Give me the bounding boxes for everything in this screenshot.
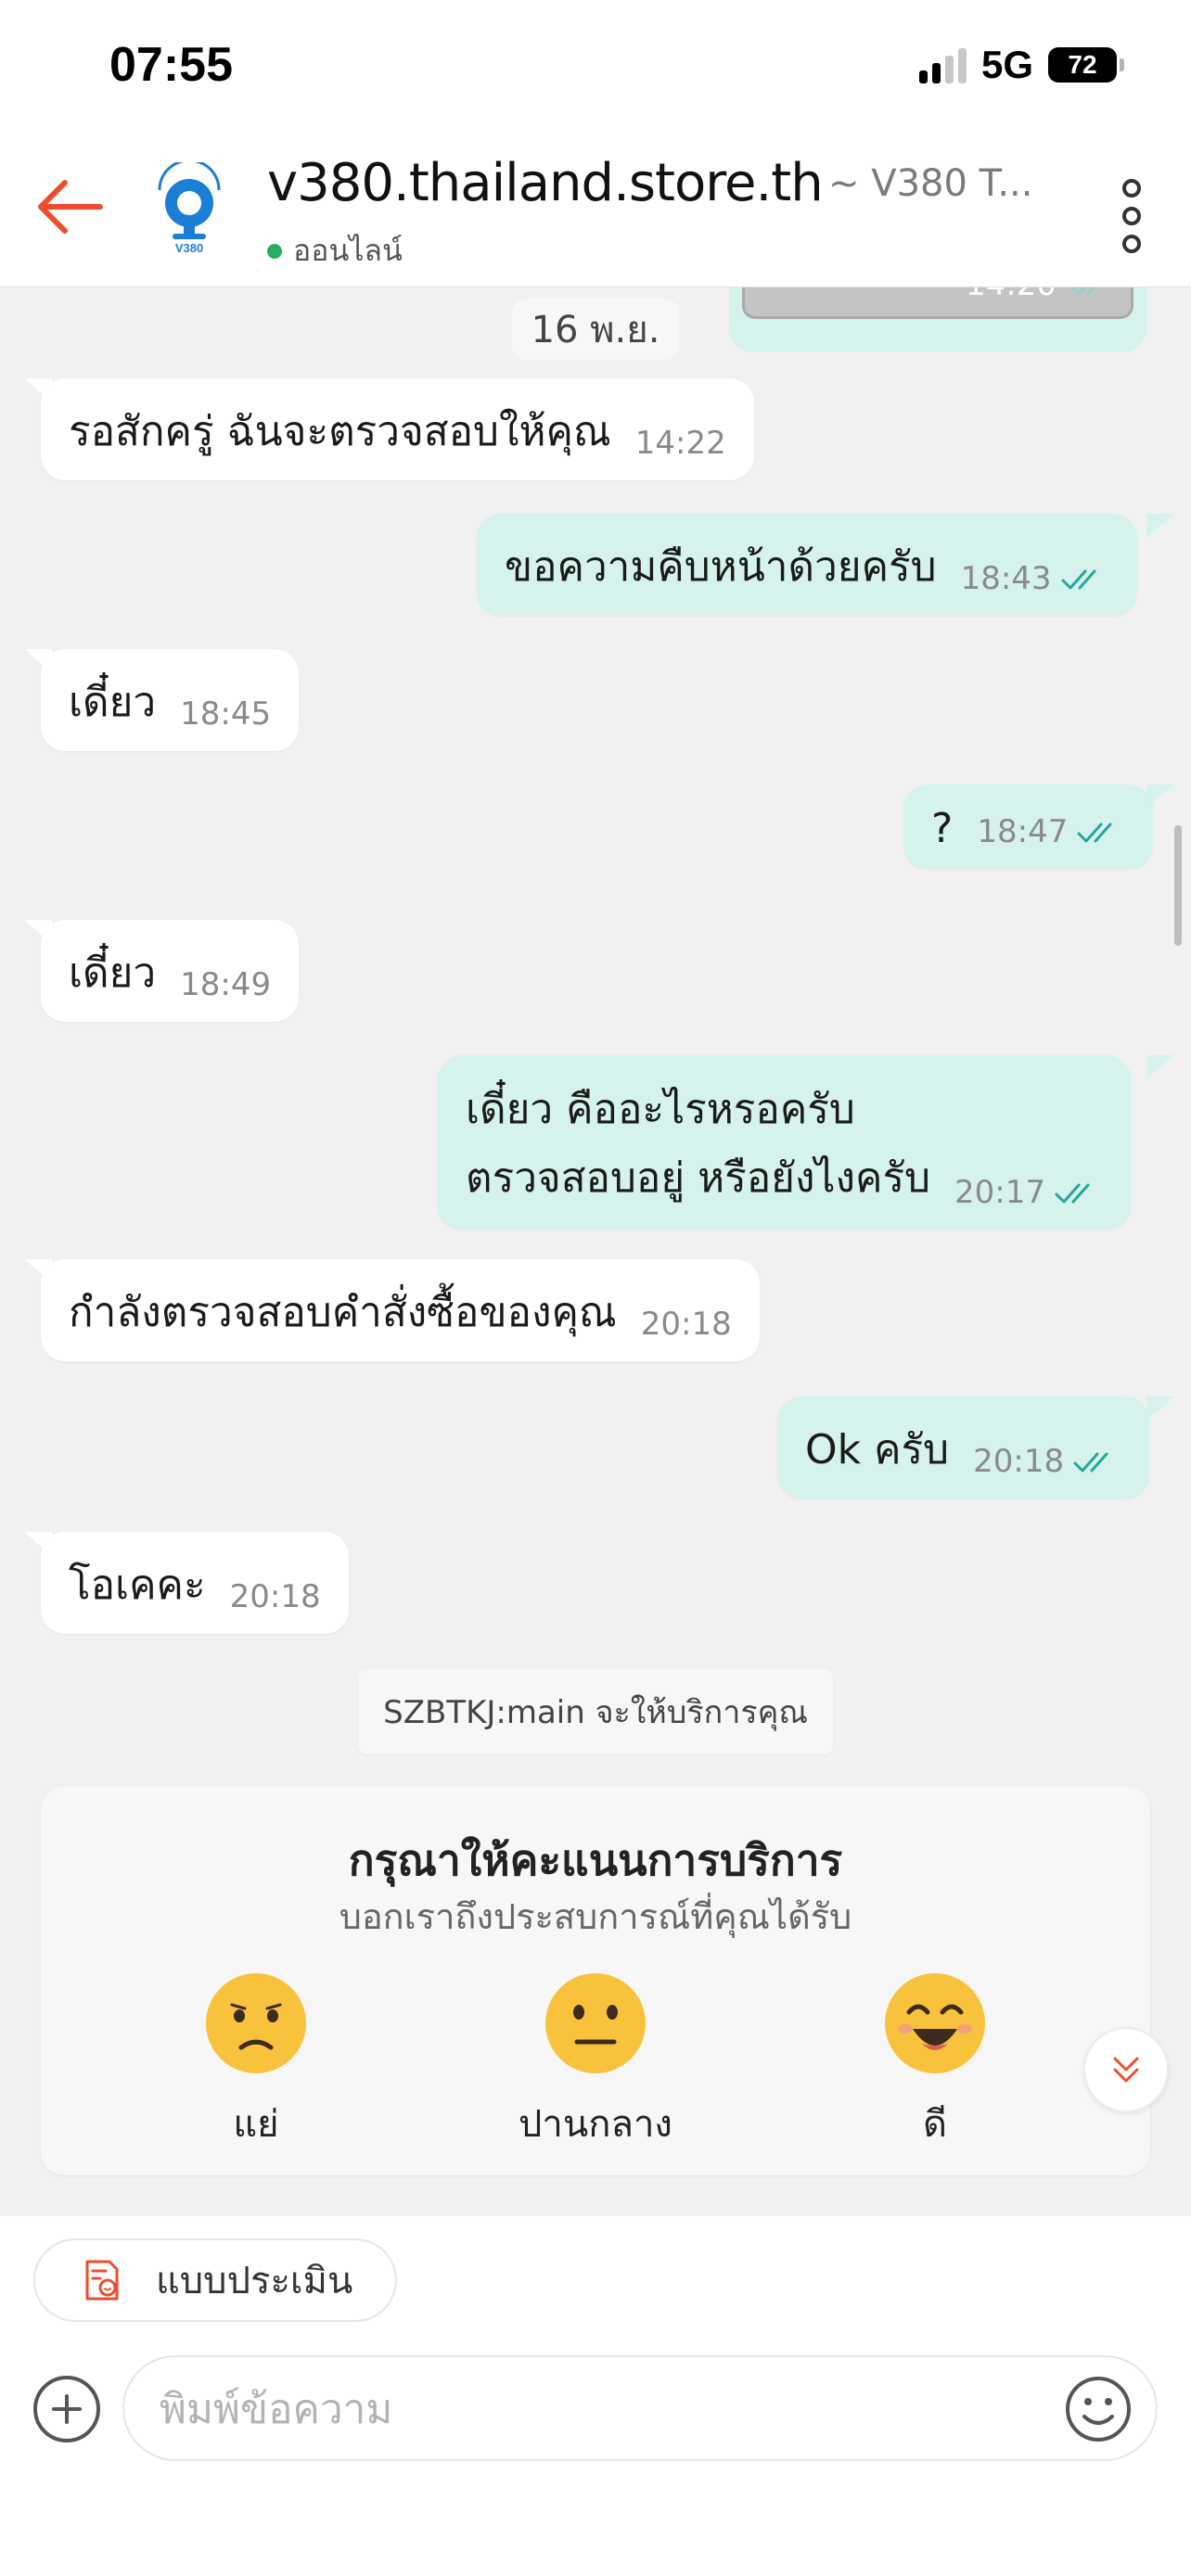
scroll-to-bottom-button[interactable] — [1083, 2027, 1169, 2112]
plus-icon — [52, 2394, 82, 2424]
message-bubble-outgoing[interactable]: ขอความคืบหน้าด้วยครับ 18:43 — [477, 514, 1137, 616]
message-text: เดี๋ยว — [69, 950, 157, 997]
read-ticks-icon — [1069, 287, 1096, 296]
more-dot-icon — [1122, 207, 1141, 225]
happy-face-icon — [885, 1973, 985, 2073]
message-time: 18:49 — [180, 966, 272, 1003]
message-time: 20:18 — [640, 1306, 732, 1343]
message-bubble-outgoing[interactable]: เดี๋ยว คืออะไรหรอครับตรวจสอบอยู่ หรือยัง… — [438, 1055, 1132, 1230]
message-bubble-incoming[interactable]: รอสักครู่ ฉันจะตรวจสอบให้คุณ 14:22 — [41, 378, 754, 480]
double-chevron-down-icon — [1113, 2057, 1139, 2083]
online-status-text: ออนไลน์ — [293, 233, 403, 268]
emoji-button[interactable] — [1063, 2374, 1133, 2444]
rating-title: กรุณาให้คะแนนการบริการ — [348, 1835, 843, 1885]
message-text: Ok ครับ — [805, 1426, 950, 1473]
rating-subtitle: บอกเราถึงประสบการณ์ที่คุณได้รับ — [339, 1896, 852, 1937]
online-status: ออนไลน์ — [267, 227, 403, 274]
message-text: ขอความคืบหน้าด้วยครับ — [505, 543, 937, 591]
rating-option-bad[interactable]: แย่ — [154, 1971, 358, 2153]
message-bubble-incoming[interactable]: เดี๋ยว 18:49 — [41, 920, 300, 1022]
svg-text:V380: V380 — [175, 241, 203, 255]
online-dot-icon — [267, 243, 282, 259]
message-time: 20:18 — [229, 1578, 321, 1615]
rating-option-neutral[interactable]: ปานกลาง — [493, 1971, 698, 2153]
message-text: เดี๋ยว — [69, 679, 157, 726]
store-avatar[interactable]: V380 — [152, 159, 226, 255]
message-line: เดี๋ยว คืออะไรหรอครับ — [466, 1086, 855, 1133]
attach-button[interactable] — [33, 2376, 100, 2442]
bubble-tail — [1146, 514, 1174, 538]
message-input-box[interactable] — [122, 2355, 1158, 2461]
image-preview: 14:20 — [742, 287, 1133, 319]
message-bubble-outgoing[interactable]: ? 18:47 — [903, 784, 1154, 869]
message-time: 18:43 — [960, 560, 1052, 597]
read-ticks-icon — [1073, 1452, 1108, 1473]
message-time: 18:47 — [977, 813, 1069, 850]
message-time: 14:22 — [634, 425, 726, 462]
signal-strength-icon — [918, 46, 967, 83]
rating-label: ปานกลาง — [519, 2103, 672, 2146]
more-dot-icon — [1122, 179, 1141, 198]
message-text: โอเคคะ — [69, 1562, 206, 1609]
rating-option-good[interactable]: ดี — [833, 1971, 1037, 2153]
chat-messages[interactable]: 14:20 16 พ.ย. รอสักครู่ ฉันจะตรวจสอบให้ค… — [0, 287, 1191, 2216]
bubble-tail — [1146, 1055, 1174, 1079]
composer-area: แบบประเมิน — [0, 2216, 1191, 2576]
scrollbar[interactable] — [1174, 825, 1182, 946]
message-bubble-incoming[interactable]: โอเคคะ 20:18 — [41, 1532, 349, 1634]
message-input[interactable] — [160, 2376, 994, 2442]
assessment-label: แบบประเมิน — [156, 2260, 353, 2302]
sad-face-icon — [206, 1973, 306, 2073]
message-text: เดี๋ยว คืออะไรหรอครับตรวจสอบอยู่ หรือยัง… — [466, 1076, 930, 1213]
store-alias: ~ V380 T... — [828, 162, 1033, 205]
v380-logo-icon: V380 — [158, 159, 221, 255]
rating-card: กรุณาให้คะแนนการบริการ บอกเราถึงประสบการ… — [41, 1786, 1150, 2175]
message-time: 20:17 — [954, 1174, 1046, 1211]
network-type: 5G — [980, 43, 1033, 86]
message-time: 18:45 — [180, 695, 272, 733]
message-bubble-outgoing[interactable]: Ok ครับ 20:18 — [777, 1396, 1150, 1498]
rating-label: แย่ — [233, 2103, 279, 2146]
chat-header: V380 v380.thailand.store.th ~ V380 T... … — [0, 134, 1191, 287]
system-notice: SZBTKJ:main จะให้บริการคุณ — [358, 1669, 833, 1754]
bubble-tail — [1146, 1396, 1174, 1421]
message-text: กำลังตรวจสอบคำสั่งซื้อของคุณ — [69, 1289, 617, 1336]
survey-form-icon — [85, 2260, 119, 2301]
store-name[interactable]: v380.thailand.store.th — [267, 153, 824, 213]
status-time: 07:55 — [109, 38, 233, 92]
status-bar: 07:55 5G 72 — [0, 0, 1191, 134]
status-indicators: 5G 72 — [918, 43, 1124, 87]
arrow-left-icon — [38, 180, 103, 234]
message-bubble-incoming[interactable]: กำลังตรวจสอบคำสั่งซื้อของคุณ 20:18 — [41, 1259, 760, 1361]
neutral-face-icon — [545, 1973, 646, 2073]
more-dot-icon — [1122, 235, 1141, 253]
message-text: ? — [931, 805, 954, 852]
assessment-button[interactable]: แบบประเมิน — [33, 2238, 397, 2322]
message-line: ตรวจสอบอยู่ หรือยังไงครับ — [466, 1154, 931, 1202]
battery-icon: 72 — [1048, 47, 1124, 83]
message-time: 20:18 — [973, 1443, 1065, 1480]
message-text: รอสักครู่ ฉันจะตรวจสอบให้คุณ — [69, 408, 611, 455]
message-time: 14:20 — [966, 287, 1057, 303]
more-options-button[interactable] — [1119, 179, 1145, 253]
read-ticks-icon — [1061, 569, 1096, 590]
smiley-icon — [1066, 2377, 1131, 2442]
read-ticks-icon — [1055, 1183, 1090, 1204]
previous-image-message[interactable]: 14:20 — [729, 287, 1146, 352]
message-bubble-incoming[interactable]: เดี๋ยว 18:45 — [41, 649, 300, 751]
date-divider: 16 พ.ย. — [512, 299, 679, 360]
read-ticks-icon — [1077, 823, 1112, 843]
back-button[interactable] — [28, 170, 111, 244]
rating-label: ดี — [923, 2103, 947, 2146]
